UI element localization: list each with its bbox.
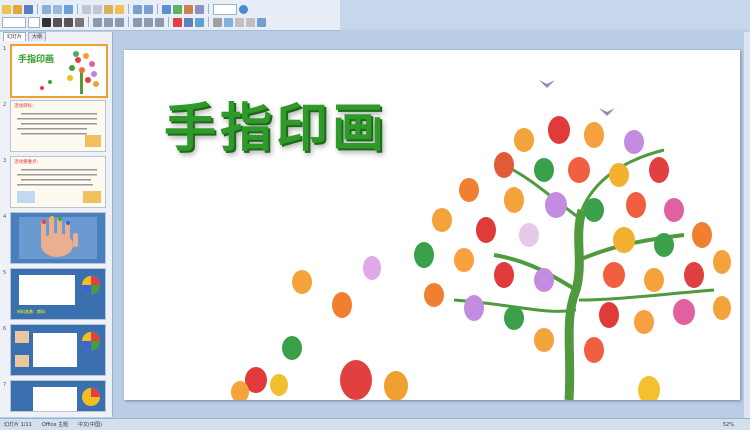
open-icon[interactable]	[13, 4, 22, 14]
tab-outline[interactable]: 大纲	[28, 32, 47, 41]
font-field[interactable]	[2, 16, 26, 28]
indent-icon[interactable]	[155, 17, 164, 27]
italic-icon[interactable]	[53, 17, 62, 27]
design-icon[interactable]	[184, 17, 193, 27]
toolbar-row-1	[0, 2, 248, 16]
line-icon[interactable]	[235, 17, 244, 27]
zoom-level[interactable]: 52%	[723, 422, 734, 428]
new-icon[interactable]	[2, 4, 11, 14]
thumbnail-slide-2[interactable]: 活动目标：	[10, 100, 106, 152]
shapes-icon[interactable]	[224, 17, 233, 27]
language: 中文(中国)	[78, 422, 102, 428]
toolbar-row-2	[0, 15, 266, 29]
tab-slides[interactable]: 幻灯片	[3, 32, 27, 41]
paint-palette-icon	[33, 387, 100, 411]
slide[interactable]: 手指印画	[124, 50, 740, 400]
cut-icon[interactable]	[82, 4, 91, 14]
zoom-field[interactable]	[213, 3, 237, 15]
paint-palette-icon	[15, 331, 100, 367]
help-icon[interactable]	[239, 4, 248, 14]
chart-icon[interactable]	[162, 4, 171, 14]
thumbnail-caption: 材料准备：颜料	[17, 309, 45, 314]
slide-count: 幻灯片 1/11	[4, 422, 32, 428]
draw-icon[interactable]	[213, 17, 222, 27]
underline-icon[interactable]	[64, 17, 73, 27]
thumbnail-slide-7[interactable]	[10, 380, 106, 412]
shadow-icon[interactable]	[75, 17, 84, 27]
vertical-scrollbar[interactable]	[744, 32, 750, 418]
handprint-image-icon	[19, 216, 97, 259]
fingerprint-tree-icon	[231, 80, 731, 400]
copy-icon[interactable]	[93, 4, 102, 14]
undo-icon[interactable]	[133, 4, 142, 14]
format-painter-icon[interactable]	[115, 4, 124, 14]
save-icon[interactable]	[24, 4, 33, 14]
align-right-icon[interactable]	[115, 17, 124, 27]
thumbnail-tree-icon	[40, 51, 99, 94]
thumbnail-slide-3[interactable]: 活动重难点：	[10, 156, 106, 208]
insert-icon[interactable]	[184, 4, 193, 14]
redo-icon[interactable]	[144, 4, 153, 14]
slide-canvas: 手指印画	[114, 32, 750, 417]
preview-icon[interactable]	[53, 4, 62, 14]
arrow-icon[interactable]	[246, 17, 255, 27]
color-icon[interactable]	[195, 4, 204, 14]
panel-tabs: 幻灯片 大纲	[0, 32, 112, 41]
align-center-icon[interactable]	[104, 17, 113, 27]
slides-panel: 幻灯片 大纲 1 手指印画 2 活动目标： 3 活动重难点： 4 5 材料准备：…	[0, 32, 113, 417]
print-icon[interactable]	[42, 4, 51, 14]
thumbnail-slide-4[interactable]	[10, 212, 106, 264]
thumbnail-slide-5[interactable]: 材料准备：颜料	[10, 268, 106, 320]
bullets-icon[interactable]	[144, 17, 153, 27]
toolbar	[0, 0, 340, 31]
theme-name: Office 主题	[41, 422, 69, 428]
paste-icon[interactable]	[104, 4, 113, 14]
font-size-field[interactable]	[28, 16, 40, 28]
new-slide-icon[interactable]	[195, 17, 204, 27]
thumbnail-textlines-icon	[17, 169, 101, 203]
bold-icon[interactable]	[42, 17, 51, 27]
spell-icon[interactable]	[64, 4, 73, 14]
thumbnail-slide-6[interactable]	[10, 324, 106, 376]
table-icon[interactable]	[173, 4, 182, 14]
status-bar: 幻灯片 1/11 Office 主题 中文(中国) 52%	[0, 418, 750, 430]
textbox-icon[interactable]	[257, 17, 266, 27]
thumbnail-slide-1[interactable]: 手指印画	[10, 44, 108, 98]
align-left-icon[interactable]	[93, 17, 102, 27]
font-color-icon[interactable]	[173, 17, 182, 27]
thumbnail-textlines-icon	[17, 113, 101, 147]
numbering-icon[interactable]	[133, 17, 142, 27]
menu-strip	[340, 0, 750, 30]
